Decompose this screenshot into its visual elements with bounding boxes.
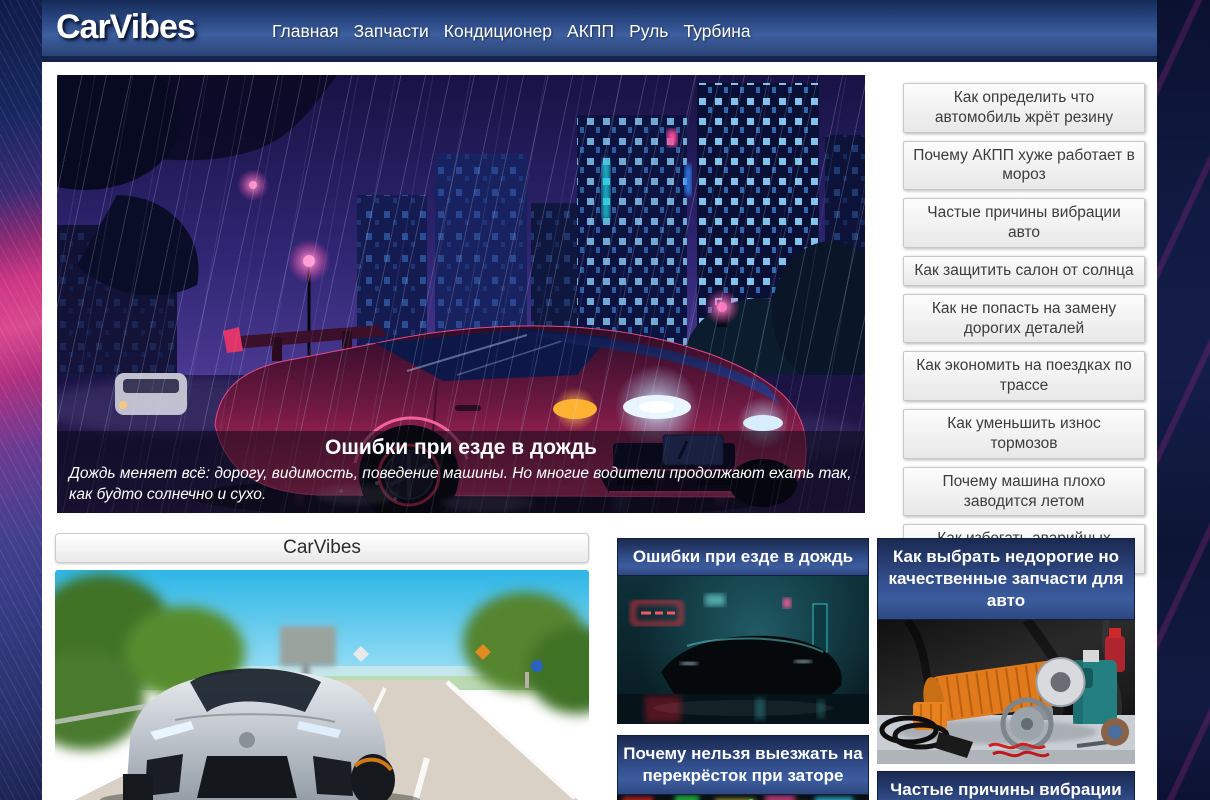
page-container: CarVibes Главная Запчасти Кондиционер АК… <box>42 0 1157 800</box>
sidebar-item-iznos-tormozov[interactable]: Как уменьшить износ тормозов <box>903 409 1145 459</box>
sidebar-item-zavoditsya[interactable]: Почему машина плохо заводится летом <box>903 467 1145 517</box>
hero-caption: Ошибки при езде в дождь Дождь меняет всё… <box>57 431 865 513</box>
nav-item-glavnaya[interactable]: Главная <box>272 21 339 41</box>
brand-logo[interactable]: CarVibes <box>56 8 195 47</box>
card-image-rainy-night-black-car[interactable] <box>617 576 869 724</box>
article-card: Почему нельзя выезжать на перекрёсток пр… <box>617 735 869 800</box>
navbar: CarVibes Главная Запчасти Кондиционер АК… <box>42 0 1157 62</box>
nav-item-akpp[interactable]: АКПП <box>567 21 614 41</box>
article-column-middle: Ошибки при езде в дождь <box>617 538 869 800</box>
section-title: CarVibes <box>55 533 589 563</box>
sidebar-item-ekonomit[interactable]: Как экономить на поездках по трассе <box>903 351 1145 401</box>
hero-subtitle: Дождь меняет всё: дорогу, видимость, пов… <box>69 464 853 505</box>
nav-item-zapchasti[interactable]: Запчасти <box>354 21 429 41</box>
background-streaks-left <box>0 0 42 800</box>
nav-item-turbina[interactable]: Турбина <box>683 21 750 41</box>
sidebar-item-vibracii[interactable]: Частые причины вибрации авто <box>903 198 1145 248</box>
hero-article: Ошибки при езде в дождь Дождь меняет всё… <box>57 75 865 513</box>
nav-item-kondicioner[interactable]: Кондиционер <box>444 21 552 41</box>
article-card: Как выбрать недорогие но качественные за… <box>877 538 1135 764</box>
hero-title: Ошибки при езде в дождь <box>69 436 853 460</box>
card-title-vibration[interactable]: Частые причины вибрации авто <box>877 771 1135 800</box>
card-image-car-spare-parts[interactable] <box>877 620 1135 764</box>
sidebar-item-zamena-detaley[interactable]: Как не попасть на замену дорогих деталей <box>903 294 1145 344</box>
sidebar-item-akpp-moroz[interactable]: Почему АКПП хуже работает в мороз <box>903 141 1145 191</box>
article-card: Частые причины вибрации авто <box>877 771 1135 800</box>
sidebar-article-list: Как определить что автомобиль жрёт резин… <box>903 83 1145 582</box>
main-menu: Главная Запчасти Кондиционер АКПП Руль Т… <box>272 0 751 62</box>
article-column-right: Как выбрать недорогие но качественные за… <box>877 538 1135 800</box>
card-title-rain-errors[interactable]: Ошибки при езде в дождь <box>617 538 869 576</box>
feature-image-silver-car-highway[interactable] <box>55 570 589 800</box>
article-card: Ошибки при езде в дождь <box>617 538 869 724</box>
card-title-cheap-parts[interactable]: Как выбрать недорогие но качественные за… <box>877 538 1135 620</box>
sidebar-item-zhret-rezinu[interactable]: Как определить что автомобиль жрёт резин… <box>903 83 1145 133</box>
card-title-intersection-jam[interactable]: Почему нельзя выезжать на перекрёсток пр… <box>617 735 869 795</box>
background-streaks-right <box>1157 0 1210 800</box>
card-image-traffic-jam[interactable] <box>617 795 869 800</box>
sidebar-item-salon-solnce[interactable]: Как защитить салон от солнца <box>903 256 1145 286</box>
nav-item-rul[interactable]: Руль <box>629 21 668 41</box>
